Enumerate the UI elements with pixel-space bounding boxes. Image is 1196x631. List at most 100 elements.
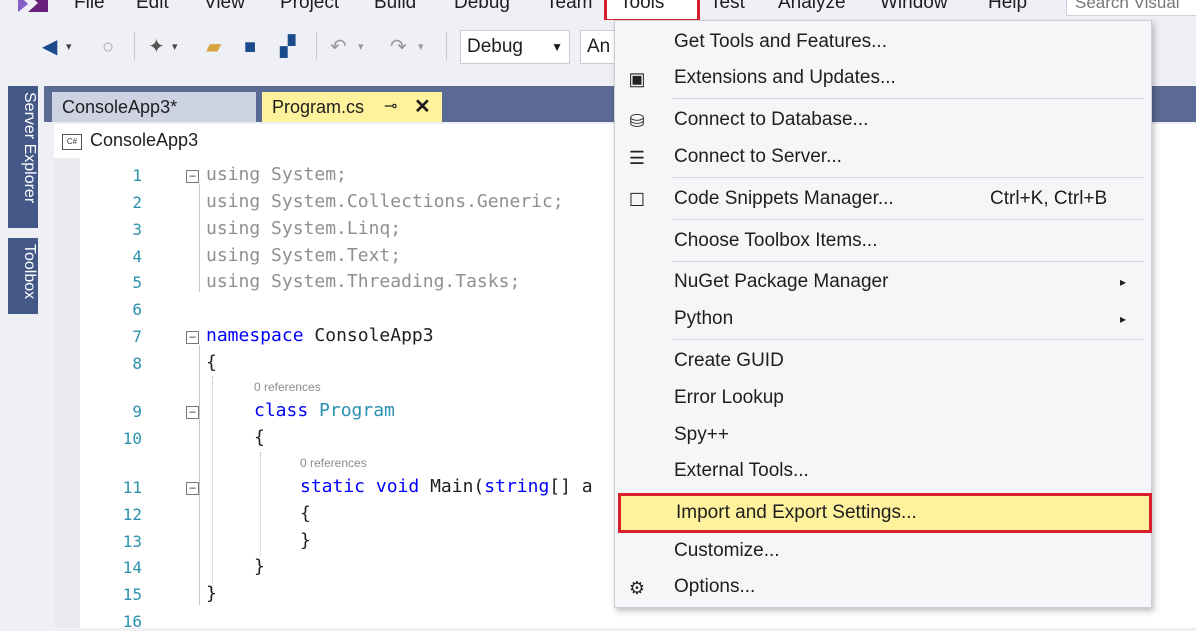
collapse-toggle-icon[interactable]: − xyxy=(186,331,199,344)
menu-item-label: External Tools... xyxy=(674,460,809,481)
collapse-toggle-icon[interactable]: − xyxy=(186,406,199,419)
menu-item-label: Code Snippets Manager... xyxy=(674,188,894,209)
line-number: 7 xyxy=(132,327,142,346)
menu-item-code-snippets-manager[interactable]: ☐ Code Snippets Manager... Ctrl+K, Ctrl+… xyxy=(614,181,1152,217)
indent-guide xyxy=(260,452,261,556)
code-line-2: using System.Collections.Generic; xyxy=(206,191,564,212)
menu-item-external-tools[interactable]: External Tools... xyxy=(614,453,1152,489)
menu-debug[interactable]: Debug xyxy=(454,0,510,14)
redo-dropdown-icon[interactable]: ▾ xyxy=(418,36,424,58)
undo-icon[interactable]: ↶ xyxy=(330,36,347,58)
code-line-5: using System.Threading.Tasks; xyxy=(206,271,520,292)
menu-tools[interactable]: Tools xyxy=(620,0,664,14)
menu-analyze[interactable]: Analyze xyxy=(778,0,846,14)
open-file-icon[interactable]: ▰ xyxy=(206,36,221,58)
menu-build[interactable]: Build xyxy=(374,0,416,14)
namespace-name: ConsoleApp3 xyxy=(314,325,434,346)
back-navigate-icon[interactable]: ◀ xyxy=(42,36,57,58)
menu-item-choose-toolbox-items[interactable]: Choose Toolbox Items... xyxy=(614,223,1152,259)
tab-consoleapp3[interactable]: ConsoleApp3* xyxy=(52,92,256,122)
line-number: 1 xyxy=(132,166,142,185)
chevron-down-icon: ▼ xyxy=(551,40,563,54)
line-number: 2 xyxy=(132,193,142,212)
menu-item-python[interactable]: Python ▸ xyxy=(614,301,1152,337)
line-number: 9 xyxy=(132,402,142,421)
menu-project[interactable]: Project xyxy=(280,0,339,14)
menu-item-error-lookup[interactable]: Error Lookup xyxy=(614,380,1152,416)
project-navigation-dropdown[interactable]: ConsoleApp3 xyxy=(90,130,198,151)
menu-team[interactable]: Team xyxy=(546,0,592,14)
menu-item-label: Connect to Server... xyxy=(674,146,842,167)
configuration-value: Debug xyxy=(467,36,523,57)
save-all-icon[interactable]: ▞ xyxy=(280,36,295,58)
menu-test[interactable]: Test xyxy=(710,0,745,14)
menu-view[interactable]: View xyxy=(204,0,245,14)
method-args: [] a xyxy=(549,476,593,497)
menu-item-label: Choose Toolbox Items... xyxy=(674,230,878,251)
using-target: System.Threading.Tasks; xyxy=(271,271,521,292)
undo-dropdown-icon[interactable]: ▾ xyxy=(358,36,364,58)
menu-separator xyxy=(672,98,1144,99)
configuration-select[interactable]: Debug ▼ xyxy=(460,30,570,64)
menu-item-customize[interactable]: Customize... xyxy=(614,533,1152,569)
menu-separator xyxy=(672,261,1144,262)
code-line-8: { xyxy=(206,352,217,373)
void-keyword: void xyxy=(375,476,420,497)
new-project-icon[interactable]: ✦ xyxy=(148,36,165,58)
toolbox-tab[interactable]: Toolbox xyxy=(8,238,38,314)
line-number: 12 xyxy=(122,505,142,524)
collapse-toggle-icon[interactable]: − xyxy=(186,482,199,495)
menu-item-import-and-export-settings[interactable]: Import and Export Settings... xyxy=(618,493,1152,533)
method-name: Main( xyxy=(430,476,485,497)
using-keyword: using xyxy=(206,245,261,266)
code-line-10: { xyxy=(254,427,265,448)
menu-item-options[interactable]: ⚙ Options... xyxy=(614,569,1152,605)
indent-guide xyxy=(212,376,213,594)
using-keyword: using xyxy=(206,218,261,239)
menu-item-create-guid[interactable]: Create GUID xyxy=(614,343,1152,379)
menu-item-connect-to-server[interactable]: ☰ Connect to Server... xyxy=(614,139,1152,175)
code-line-15: } xyxy=(206,583,217,604)
pin-icon[interactable]: ⊸ xyxy=(384,92,397,122)
menu-file[interactable]: File xyxy=(74,0,105,14)
redo-icon[interactable]: ↷ xyxy=(390,36,407,58)
checkbox-icon: ☐ xyxy=(628,190,646,210)
code-line-4: using System.Text; xyxy=(206,245,401,266)
code-line-11: static void Main(string[] a xyxy=(300,476,593,497)
code-lens-references[interactable]: 0 references xyxy=(254,380,321,394)
menu-item-label: Options... xyxy=(674,576,756,597)
string-keyword: string xyxy=(484,476,550,497)
menu-item-extensions-and-updates[interactable]: ▣ Extensions and Updates... xyxy=(614,60,1152,96)
collapse-toggle-icon[interactable]: − xyxy=(186,170,199,183)
using-keyword: using xyxy=(206,191,261,212)
new-project-dropdown-icon[interactable]: ▾ xyxy=(172,36,178,58)
menu-window[interactable]: Window xyxy=(880,0,948,14)
server-explorer-tab[interactable]: Server Explorer xyxy=(8,86,38,228)
class-name: Program xyxy=(319,400,395,421)
menu-item-connect-to-database[interactable]: ⛁ Connect to Database... xyxy=(614,102,1152,138)
code-line-7: namespace ConsoleApp3 xyxy=(206,325,434,346)
back-dropdown-icon[interactable]: ▾ xyxy=(66,36,72,58)
menu-separator xyxy=(672,177,1144,178)
search-input[interactable]: Search Visual xyxy=(1066,0,1196,16)
toolbar-separator xyxy=(134,32,135,60)
using-target: System; xyxy=(271,164,347,185)
menu-separator xyxy=(672,219,1144,220)
menu-item-label: Customize... xyxy=(674,540,780,561)
menu-help[interactable]: Help xyxy=(988,0,1027,14)
line-number: 16 xyxy=(122,612,142,631)
forward-navigate-icon[interactable]: ○ xyxy=(102,36,114,58)
line-number: 3 xyxy=(132,220,142,239)
line-number: 13 xyxy=(122,532,142,551)
menu-item-label: Extensions and Updates... xyxy=(674,67,896,88)
menu-item-nuget-package-manager[interactable]: NuGet Package Manager ▸ xyxy=(614,264,1152,300)
csharp-project-icon: C# xyxy=(62,134,82,150)
menu-item-get-tools-and-features[interactable]: Get Tools and Features... xyxy=(614,24,1152,60)
menu-item-spy-plus-plus[interactable]: Spy++ xyxy=(614,417,1152,453)
server-icon: ☰ xyxy=(628,148,646,168)
code-lens-references[interactable]: 0 references xyxy=(300,456,367,470)
menu-edit[interactable]: Edit xyxy=(136,0,169,14)
code-line-1: using System; xyxy=(206,164,347,185)
close-icon[interactable]: ✕ xyxy=(414,92,431,122)
save-icon[interactable]: ■ xyxy=(244,36,256,58)
